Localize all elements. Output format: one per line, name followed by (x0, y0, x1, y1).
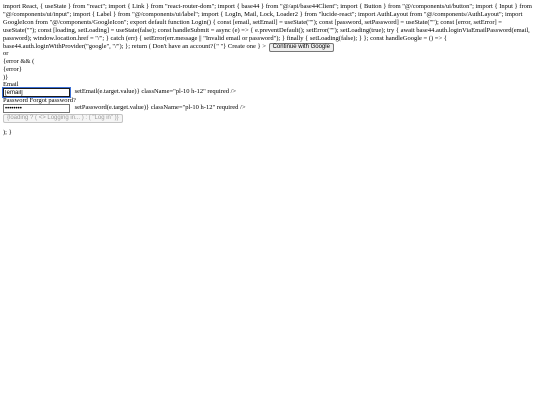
error-condition-open: {error && ( (3, 58, 35, 65)
login-button-row: {loading ? ( <> Logging in... ) : ( "Log… (3, 114, 123, 123)
email-row: setEmail(e.target.value)} className="pl-… (2, 87, 237, 98)
log-in-button[interactable]: {loading ? ( <> Logging in... ) : ( "Log… (3, 114, 123, 123)
closing-text: ); } (3, 129, 12, 136)
email-field[interactable] (2, 87, 71, 98)
error-expression: {error} (3, 66, 22, 73)
login-page-raw-render: import React, { useState } from "react";… (0, 0, 540, 405)
email-handler-text: setEmail(e.target.value)} className="pl-… (74, 88, 237, 95)
password-field[interactable] (3, 104, 70, 113)
password-row: setPassword(e.target.value)} className="… (3, 104, 246, 113)
source-code-block: import React, { useState } from "react";… (3, 3, 536, 52)
imports-and-logic-text: import React, { useState } from "react";… (3, 3, 532, 50)
continue-with-google-button[interactable]: Continue with Google (268, 43, 334, 52)
or-divider-text: or (3, 50, 9, 57)
password-handler-text: setPassword(e.target.value)} className="… (74, 104, 246, 111)
